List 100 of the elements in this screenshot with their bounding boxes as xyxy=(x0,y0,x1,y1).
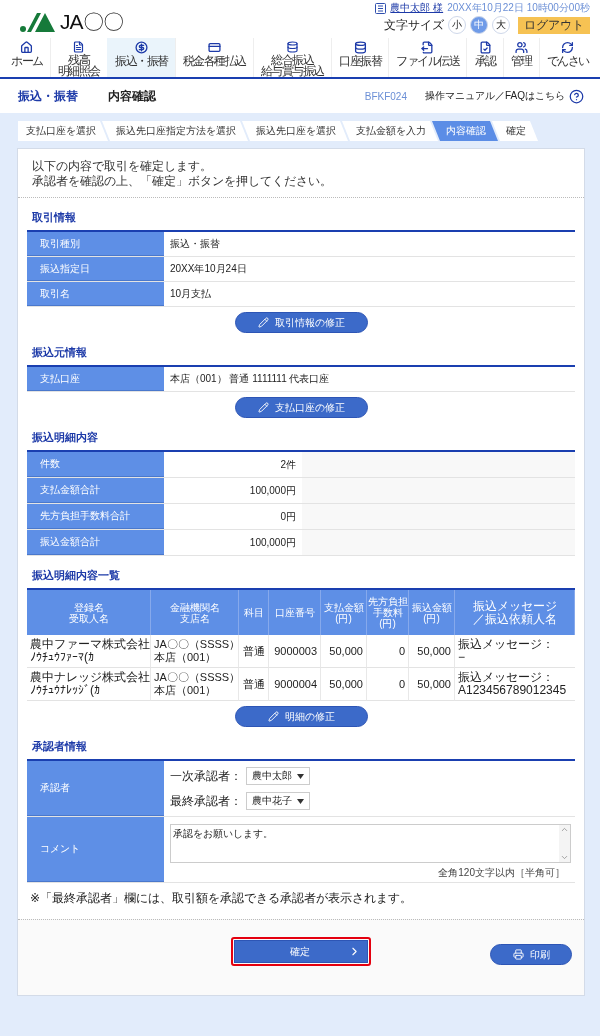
progress-step: 振込先口座指定方法を選択 xyxy=(102,121,248,141)
edit-button[interactable]: 取引情報の修正 xyxy=(234,312,368,333)
pencil-icon xyxy=(257,402,269,413)
label-cell: 振込指定日 xyxy=(27,257,164,281)
cell-text: 50,000 xyxy=(329,677,363,691)
chevron-up-icon[interactable] xyxy=(560,825,569,834)
confirm-button[interactable]: 確定 xyxy=(234,940,368,963)
intro-text: 以下の内容で取引を確定します。 xyxy=(32,159,212,174)
column-header-text: 金融機関名 xyxy=(169,601,220,613)
cell-text: ﾉｳﾁｭｳﾌｧｰﾏ(ｶ xyxy=(30,651,94,664)
nav-tab[interactable]: 振込・振替 xyxy=(106,38,175,77)
value-cell-text: 0円 xyxy=(279,509,297,524)
value-cell-text: 20XX年10月24日 xyxy=(169,262,248,276)
file-arrow-icon xyxy=(421,41,435,54)
people-icon xyxy=(514,41,528,54)
refresh-icon xyxy=(561,41,575,54)
column-header-text: 支店名 xyxy=(179,612,210,624)
approver-dropdown[interactable]: 農中花子 xyxy=(246,792,310,810)
column-header-text: 手数料 xyxy=(372,607,403,618)
user-name-link[interactable]: 農中太郎 様 xyxy=(390,1,444,15)
login-datetime: 20XX年10月22日 10時00分00秒 xyxy=(447,1,590,15)
progress-step: 確定 xyxy=(492,121,538,141)
edit-button[interactable]: 明細の修正 xyxy=(234,706,368,727)
section-title: 振込明細内容 xyxy=(31,430,99,445)
label-cell: 支払金額合計 xyxy=(27,478,164,503)
card-icon xyxy=(207,41,221,54)
pencil-icon xyxy=(257,317,269,328)
printer-icon xyxy=(512,949,524,960)
column-header-text: (円) xyxy=(423,612,440,624)
column-header-text: 口座番号 xyxy=(274,607,315,618)
value-cell-text: 振込・振替 xyxy=(169,237,221,251)
coin-icon xyxy=(134,41,148,54)
label-cell: 件数 xyxy=(27,452,164,477)
cell-text: A123456789012345 xyxy=(458,684,567,697)
cell-text: 普通 xyxy=(242,644,265,658)
cell-text: 農中ファーマ株式会社 xyxy=(30,638,150,651)
page-title: 内容確認 xyxy=(108,87,157,105)
label-cell: 取引名 xyxy=(27,282,164,306)
pencil-icon xyxy=(267,711,279,722)
caret-icon xyxy=(297,798,304,804)
document-icon xyxy=(72,41,86,53)
column-header-text: 登録名 xyxy=(73,601,104,613)
database-icon xyxy=(353,41,367,54)
logo-icon xyxy=(20,11,56,33)
progress-step: 支払口座を選択 xyxy=(18,121,108,141)
column-header-text: 受取人名 xyxy=(68,612,109,624)
value-cell-text: 100,000円 xyxy=(248,535,297,550)
progress-step: 支払金額を入力 xyxy=(342,121,438,141)
label-cell: 支払口座 xyxy=(27,367,164,391)
file-check-icon xyxy=(478,41,492,54)
progress-step: 内容確認 xyxy=(432,121,498,141)
section-title: 承認者情報 xyxy=(31,739,88,754)
cell-text: − xyxy=(458,651,465,664)
scrollbar[interactable] xyxy=(559,825,570,862)
column-header-text: (円) xyxy=(379,618,396,629)
cell-text: JA〇〇（SSSS） xyxy=(154,638,241,651)
cell-text: 50,000 xyxy=(417,644,451,658)
cell-text: 50,000 xyxy=(329,644,363,658)
home-icon xyxy=(20,41,34,54)
label-cell: コメント xyxy=(27,817,164,882)
field-label: 一次承認者： xyxy=(170,767,242,785)
logout-button[interactable]: ログアウト xyxy=(518,16,590,34)
cell-text: 振込メッセージ： xyxy=(458,671,554,684)
value-cell-text: 2件 xyxy=(279,457,297,472)
field-label: 最終承認者： xyxy=(170,792,242,810)
value-cell-text: 本店（001） 普通 1111111 代表口座 xyxy=(169,372,331,386)
comment-field[interactable]: 承認をお願いします。 xyxy=(170,824,571,863)
help-icon[interactable] xyxy=(569,88,584,104)
column-header-text: 科目 xyxy=(243,607,264,618)
font-size-label: 文字サイズ xyxy=(384,16,444,34)
label-cell: 振込金額合計 xyxy=(27,530,164,555)
label-cell: 承認者 xyxy=(27,761,164,816)
edit-button[interactable]: 支払口座の修正 xyxy=(234,397,368,418)
category-title: 振込・振替 xyxy=(18,87,78,105)
database-icon xyxy=(285,41,299,53)
chevron-down-icon[interactable] xyxy=(560,853,569,862)
cell-text: JA〇〇（SSSS） xyxy=(154,671,241,684)
cell-text: 9000004 xyxy=(274,677,317,691)
screen-id: BFKF024 xyxy=(364,90,407,102)
column-header-text: 先方負担 xyxy=(367,596,408,607)
cell-text: 9000003 xyxy=(274,644,317,658)
label-cell: 取引種別 xyxy=(27,232,164,256)
cell-text: 普通 xyxy=(242,677,265,691)
font-size-button[interactable]: 大 xyxy=(492,16,510,34)
font-size-button[interactable]: 小 xyxy=(448,16,466,34)
approver-dropdown[interactable]: 農中太郎 xyxy=(246,767,310,785)
cell-text: 0 xyxy=(398,677,405,691)
column-header-text: ／振込依頼人名 xyxy=(472,612,557,626)
cell-text: 農中ナレッジ株式会社 xyxy=(30,671,150,684)
cell-text: 本店（001） xyxy=(154,684,217,697)
cell-text: ﾉｳﾁｭｳﾅﾚｯｼﾞ(ｶ xyxy=(30,684,100,697)
cell-text: 振込メッセージ： xyxy=(458,638,554,651)
cell-text: 50,000 xyxy=(417,677,451,691)
cell-text: 本店（001） xyxy=(154,651,217,664)
print-button[interactable]: 印刷 xyxy=(490,944,572,965)
section-title: 振込元情報 xyxy=(31,345,88,360)
value-cell-text: 100,000円 xyxy=(248,483,297,498)
column-header-text: (円) xyxy=(335,612,352,624)
column-header-text: 振込金額 xyxy=(411,601,452,613)
help-link[interactable]: 操作マニュアル／FAQはこちら xyxy=(425,89,565,103)
